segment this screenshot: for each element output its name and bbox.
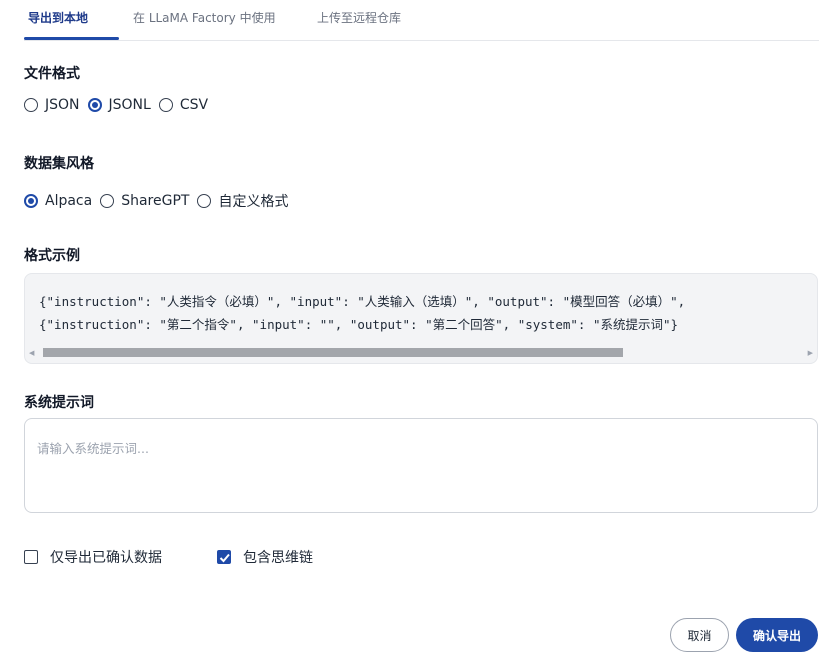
- radio-jsonl[interactable]: JSONL: [87, 97, 151, 113]
- radio-circle[interactable]: [100, 194, 115, 208]
- radio-alpaca-label: Alpaca: [45, 193, 93, 209]
- radio-json-label: JSON: [45, 97, 80, 113]
- tab-bar: 导出到本地 在 LLaMA Factory 中使用 上传至远程仓库: [24, 0, 819, 41]
- radio-alpaca[interactable]: Alpaca: [24, 193, 92, 209]
- tab-llama-factory[interactable]: 在 LLaMA Factory 中使用: [133, 9, 276, 26]
- format-example-title: 格式示例: [24, 248, 80, 264]
- system-prompt-input[interactable]: 请输入系统提示词...: [24, 418, 818, 513]
- format-example-code: {"instruction": "人类指令（必填）", "input": "人类…: [24, 273, 818, 364]
- confirmed-only-checkbox[interactable]: 仅导出已确认数据: [24, 547, 162, 567]
- radio-sharegpt[interactable]: ShareGPT: [100, 193, 189, 209]
- confirm-export-button[interactable]: 确认导出: [736, 618, 818, 652]
- include-cot-label: 包含思维链: [243, 550, 313, 566]
- dataset-style-title: 数据集风格: [24, 156, 94, 172]
- checkbox-box[interactable]: [24, 550, 38, 564]
- file-format-radio-group: JSON JSONL CSV: [24, 97, 216, 113]
- scroll-left-icon[interactable]: ◀: [29, 349, 34, 357]
- radio-csv[interactable]: CSV: [158, 97, 209, 113]
- radio-circle[interactable]: [197, 194, 212, 208]
- scroll-right-icon[interactable]: ▶: [808, 349, 813, 357]
- cancel-button[interactable]: 取消: [670, 618, 729, 652]
- code-line-1: {"instruction": "人类指令（必填）", "input": "人类…: [39, 294, 686, 309]
- active-tab-indicator: [24, 37, 119, 40]
- radio-circle[interactable]: [158, 98, 173, 112]
- checkmark-icon: [219, 553, 230, 563]
- radio-custom-label: 自定义格式: [218, 194, 289, 210]
- dataset-style-radio-group: Alpaca ShareGPT 自定义格式: [24, 191, 296, 211]
- radio-circle[interactable]: [24, 98, 38, 112]
- confirmed-only-label: 仅导出已确认数据: [50, 550, 162, 566]
- radio-jsonl-label: JSONL: [108, 97, 151, 113]
- system-prompt-title: 系统提示词: [24, 395, 94, 411]
- code-line-2: {"instruction": "第二个指令", "input": "", "o…: [39, 317, 679, 332]
- radio-json[interactable]: JSON: [24, 97, 80, 113]
- checkbox-box-checked[interactable]: [217, 550, 231, 564]
- radio-csv-label: CSV: [179, 97, 209, 113]
- tab-export-local[interactable]: 导出到本地: [28, 9, 88, 26]
- radio-circle-selected[interactable]: [24, 194, 38, 208]
- radio-custom[interactable]: 自定义格式: [197, 191, 288, 211]
- radio-circle-selected[interactable]: [87, 98, 102, 112]
- scrollbar-thumb[interactable]: [43, 348, 623, 357]
- file-format-title: 文件格式: [24, 66, 80, 82]
- radio-sharegpt-label: ShareGPT: [121, 193, 190, 209]
- horizontal-scrollbar[interactable]: ◀ ▶: [29, 348, 813, 357]
- include-cot-checkbox[interactable]: 包含思维链: [217, 547, 313, 567]
- tab-upload-remote[interactable]: 上传至远程仓库: [317, 9, 401, 26]
